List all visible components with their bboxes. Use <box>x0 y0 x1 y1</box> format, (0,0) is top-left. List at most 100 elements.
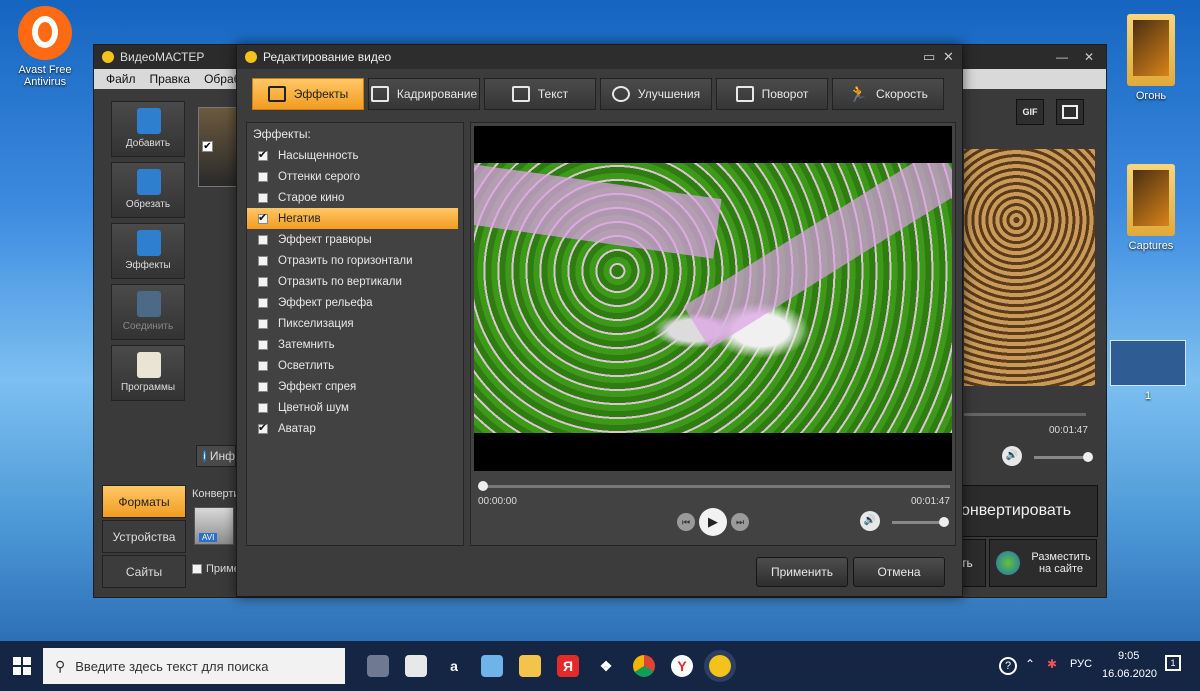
effect-checkbox[interactable] <box>258 192 268 203</box>
gif-button[interactable]: GIF <box>1016 99 1044 125</box>
effect-item[interactable]: Эффект гравюры <box>247 229 463 250</box>
clock-date[interactable]: 16.06.2020 <box>1102 668 1157 680</box>
main-seek-bar[interactable] <box>964 413 1086 416</box>
effect-item[interactable]: Осветлить <box>247 355 463 376</box>
start-button[interactable] <box>13 657 31 675</box>
effect-checkbox[interactable] <box>258 171 268 182</box>
videomaster-icon[interactable] <box>709 655 731 677</box>
effect-item[interactable]: Затемнить <box>247 334 463 355</box>
keys-icon <box>137 352 161 378</box>
effect-checkbox[interactable] <box>258 381 268 392</box>
effect-checkbox[interactable] <box>258 402 268 413</box>
video-frame <box>474 163 952 433</box>
desktop-icon-screenshot[interactable]: 1 <box>1108 340 1188 402</box>
convert-button[interactable]: онвертировать <box>956 485 1098 537</box>
chevron-up-icon[interactable]: ⌃ <box>1025 657 1035 671</box>
tab-devices[interactable]: Устройства <box>102 520 186 553</box>
clip-checkbox[interactable]: ✔ <box>202 141 213 152</box>
tab-formats[interactable]: Форматы <box>102 485 186 518</box>
tab-sites[interactable]: Сайты <box>102 555 186 588</box>
effect-checkbox[interactable] <box>258 234 268 245</box>
prev-frame-button[interactable]: ⏮ <box>677 513 695 531</box>
effect-checkbox[interactable] <box>258 148 268 161</box>
dialog-close-button[interactable]: ✕ <box>943 49 954 65</box>
search-box[interactable]: ⚲ Введите здесь текст для поиска <box>43 648 345 684</box>
file-explorer-icon[interactable] <box>519 655 541 677</box>
desktop-icon-fire[interactable]: Огонь <box>1116 14 1186 102</box>
effect-item[interactable]: Насыщенность <box>247 145 463 166</box>
effect-checkbox[interactable] <box>258 339 268 350</box>
tab-enhance[interactable]: Улучшения <box>600 78 712 110</box>
main-minimize-button[interactable]: — <box>1056 50 1068 64</box>
menu-edit[interactable]: Правка <box>150 72 191 86</box>
effect-checkbox[interactable] <box>258 297 268 308</box>
cancel-button[interactable]: Отмена <box>853 557 945 587</box>
effect-checkbox[interactable] <box>258 276 268 287</box>
crop-icon <box>370 86 389 102</box>
dialog-minimize-button[interactable]: ▭ <box>923 49 935 65</box>
effect-label: Старое кино <box>278 191 345 204</box>
volume-handle[interactable] <box>939 517 949 527</box>
effect-item[interactable]: Цветной шум <box>247 397 463 418</box>
mic-app-icon[interactable] <box>367 655 389 677</box>
clock-time[interactable]: 9:05 <box>1118 650 1139 662</box>
publish-button[interactable]: Разместить на сайте <box>989 539 1097 587</box>
apply-checkbox[interactable]: Приме <box>192 563 240 575</box>
effect-checkbox[interactable] <box>258 360 268 371</box>
main-volume-slider[interactable] <box>1034 452 1093 462</box>
volume-slider[interactable] <box>892 517 949 527</box>
dropbox-icon[interactable]: ❖ <box>595 655 617 677</box>
amazon-icon[interactable]: a <box>443 655 465 677</box>
seek-handle[interactable] <box>478 481 488 491</box>
effect-item[interactable]: Отразить по вертикали <box>247 271 463 292</box>
effect-item[interactable]: Эффект рельефа <box>247 292 463 313</box>
network-icon[interactable]: ✱ <box>1047 657 1057 671</box>
tab-crop[interactable]: Кадрирование <box>368 78 480 110</box>
yandex-icon[interactable]: Я <box>557 655 579 677</box>
notifications-icon[interactable]: 1 <box>1165 655 1181 671</box>
effect-item[interactable]: Аватар <box>247 418 463 439</box>
chrome-icon[interactable] <box>633 655 655 677</box>
language-indicator[interactable]: РУС <box>1070 658 1092 670</box>
tab-speed[interactable]: 🏃 Скорость <box>832 78 944 110</box>
add-button[interactable]: Добавить <box>111 101 185 157</box>
store-icon[interactable] <box>405 655 427 677</box>
programs-button[interactable]: Программы <box>111 345 185 401</box>
main-volume-icon[interactable]: 🔊 <box>1002 446 1022 466</box>
effects-button[interactable]: Эффекты <box>111 223 185 279</box>
time-start: 00:00:00 <box>478 496 517 507</box>
info-tab[interactable]: i Инф <box>196 445 236 467</box>
effect-checkbox[interactable] <box>258 318 268 329</box>
apply-button[interactable]: Применить <box>756 557 848 587</box>
tab-text[interactable]: Текст <box>484 78 596 110</box>
desktop-icon-avast[interactable]: Avast Free Antivirus <box>10 6 80 88</box>
next-frame-button[interactable]: ⏭ <box>731 513 749 531</box>
seek-bar[interactable] <box>478 481 950 491</box>
effect-checkbox[interactable] <box>258 211 268 224</box>
format-avi-icon[interactable]: AVI <box>194 507 234 545</box>
tab-rotate[interactable]: Поворот <box>716 78 828 110</box>
effect-item[interactable]: Отразить по горизонтали <box>247 250 463 271</box>
effect-item[interactable]: Негатив <box>247 208 458 229</box>
main-close-button[interactable]: ✕ <box>1084 50 1094 64</box>
effect-item[interactable]: Эффект спрея <box>247 376 463 397</box>
effect-label: Оттенки серого <box>278 170 361 183</box>
edit-video-dialog: Редактирование видео ▭ ✕ Эффекты Кадриро… <box>236 44 963 597</box>
effect-checkbox[interactable] <box>258 421 268 434</box>
effect-item[interactable]: Пикселизация <box>247 313 463 334</box>
join-button[interactable]: Соединить <box>111 284 185 340</box>
trim-button[interactable]: Обрезать <box>111 162 185 218</box>
video-preview[interactable] <box>474 126 952 471</box>
effect-item[interactable]: Старое кино <box>247 187 463 208</box>
paint-icon[interactable] <box>481 655 503 677</box>
effect-item[interactable]: Оттенки серого <box>247 166 463 187</box>
yandex-browser-icon[interactable]: Y <box>671 655 693 677</box>
help-icon[interactable]: ? <box>999 657 1017 675</box>
desktop-icon-captures[interactable]: Captures <box>1116 164 1186 252</box>
menu-file[interactable]: Файл <box>106 72 136 86</box>
volume-icon[interactable]: 🔊 <box>860 511 880 531</box>
effect-checkbox[interactable] <box>258 255 268 266</box>
tab-effects[interactable]: Эффекты <box>252 78 364 110</box>
snapshot-button[interactable] <box>1056 99 1084 125</box>
play-button[interactable]: ▶ <box>699 508 727 536</box>
